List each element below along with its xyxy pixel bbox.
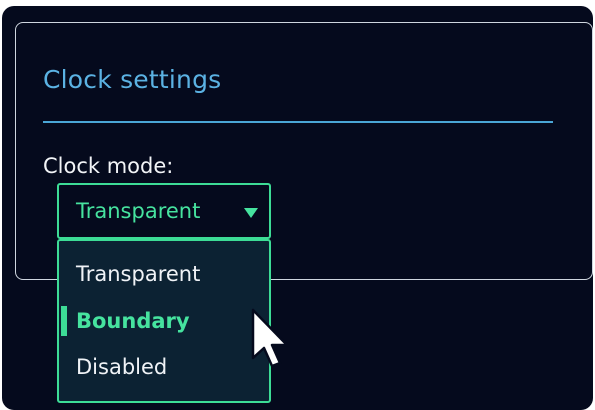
clock-mode-label: Clock mode: bbox=[43, 154, 174, 178]
dropdown-option-disabled[interactable]: Disabled bbox=[59, 347, 269, 387]
option-label: Transparent bbox=[76, 262, 201, 286]
dropdown-option-boundary[interactable]: Boundary bbox=[59, 301, 269, 341]
dropdown-option-transparent[interactable]: Transparent bbox=[59, 254, 269, 294]
chevron-down-icon[interactable] bbox=[244, 208, 258, 218]
app-screen: Clock settings Clock mode: Transparent T… bbox=[2, 6, 593, 410]
highlight-marker bbox=[61, 306, 67, 336]
option-label: Boundary bbox=[76, 309, 190, 333]
clock-mode-select[interactable]: Transparent bbox=[57, 183, 271, 239]
clock-mode-dropdown: Transparent Boundary Disabled bbox=[57, 239, 271, 403]
title-divider bbox=[43, 121, 553, 123]
mouse-cursor-icon bbox=[251, 308, 289, 368]
clock-mode-selected-value: Transparent bbox=[76, 199, 201, 223]
panel-title: Clock settings bbox=[43, 65, 222, 94]
option-label: Disabled bbox=[76, 355, 168, 379]
